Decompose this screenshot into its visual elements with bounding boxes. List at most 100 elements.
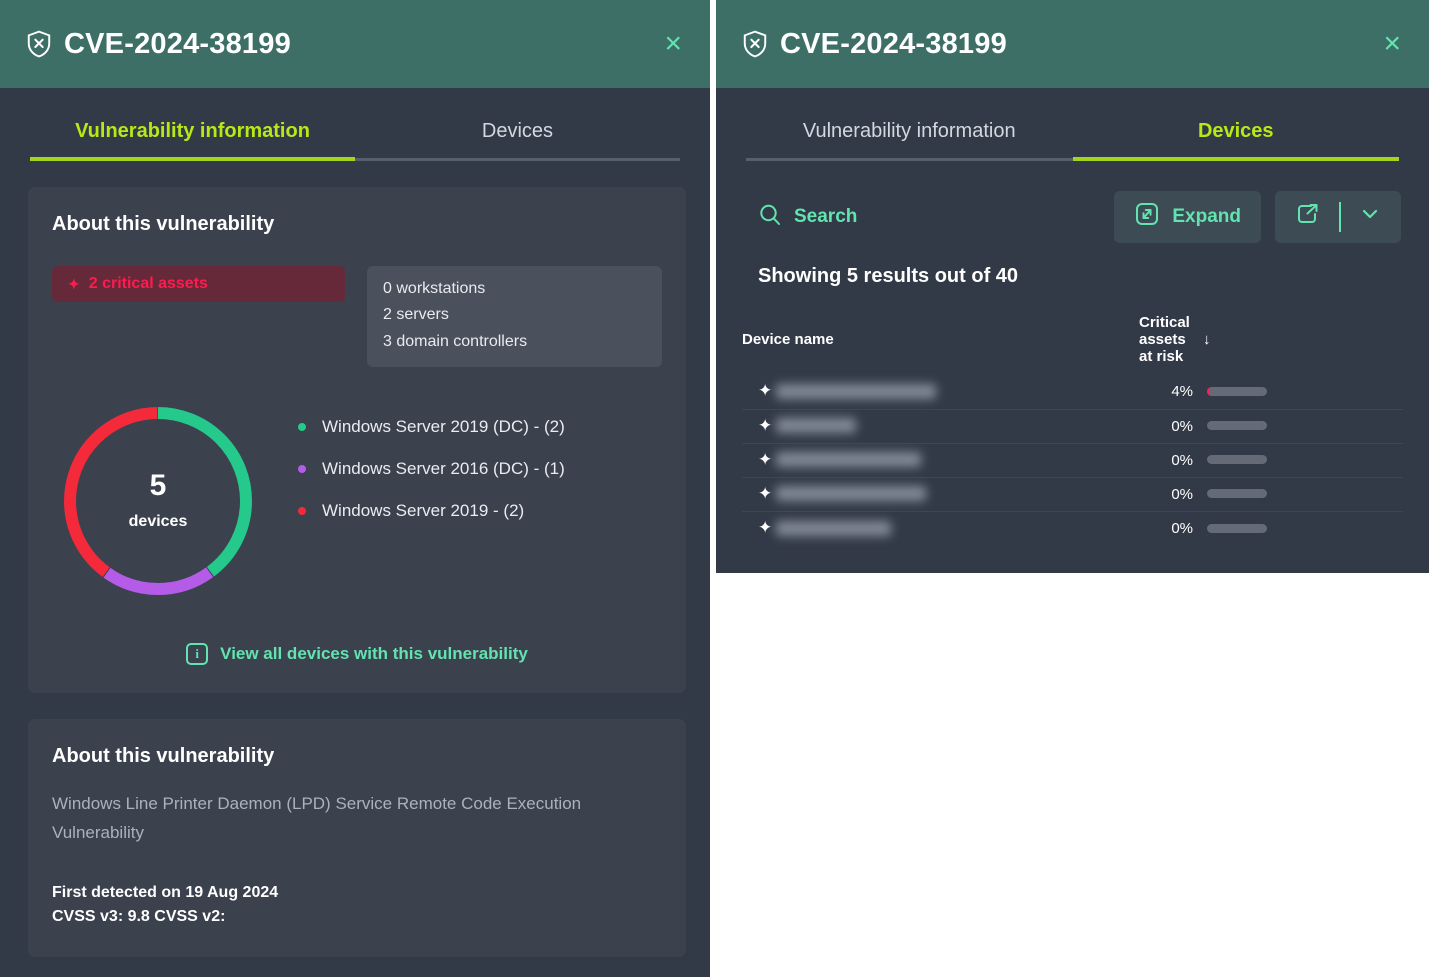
about-this-vulnerability-card: About this vulnerability ✦ 2 critical as…: [28, 187, 686, 694]
progress-track: [1207, 421, 1267, 431]
device-name-cell: [776, 442, 1139, 477]
diamond-icon: ✦: [742, 510, 776, 545]
tab-bar-left: Vulnerability information Devices: [0, 120, 710, 161]
page-title: CVE-2024-38199: [64, 27, 291, 60]
count-servers: 2 servers: [383, 306, 449, 324]
table-row[interactable]: ✦ 4%: [742, 375, 1403, 409]
devices-table-head: Device name Critical assets at risk ↓: [742, 314, 1403, 375]
search-icon: [758, 203, 782, 232]
device-name-cell: [776, 408, 1139, 443]
table-header-row: Device name Critical assets at risk ↓: [742, 314, 1403, 375]
diamond-icon: ✦: [742, 442, 776, 477]
shield-x-icon: [742, 30, 768, 58]
device-name-cell: [776, 476, 1139, 511]
panel-header-right: CVE-2024-38199 ×: [716, 0, 1429, 88]
summary-stats-row: ✦ 2 critical assets 0 workstations 2 ser…: [52, 266, 662, 368]
tab-vulnerability-information[interactable]: Vulnerability information: [30, 120, 355, 161]
donut-device-count: 5: [149, 469, 167, 503]
arrow-down-icon[interactable]: ↓: [1203, 314, 1403, 375]
expand-label: Expand: [1172, 206, 1241, 227]
table-row[interactable]: ✦ 0%: [742, 442, 1403, 477]
view-all-devices-label: View all devices with this vulnerability: [220, 644, 528, 664]
table-row[interactable]: ✦ 0%: [742, 510, 1403, 545]
critical-assets-label: 2 critical assets: [88, 275, 208, 292]
os-breakdown-chart: 5 devices Windows Server 2019 (DC) - (2)…: [52, 401, 662, 601]
critical-assets-bar: [1203, 442, 1403, 477]
legend-label: Windows Server 2019 (DC) - (2): [322, 417, 565, 437]
critical-assets-badge[interactable]: ✦ 2 critical assets: [52, 266, 346, 302]
export-icon[interactable]: [1295, 201, 1321, 233]
screenshot-root: CVE-2024-38199 × Vulnerability informati…: [0, 0, 1429, 977]
redacted-device-name: [776, 520, 891, 536]
device-name-cell: [776, 375, 1139, 409]
search-button[interactable]: Search: [758, 203, 857, 232]
tab-devices[interactable]: Devices: [355, 120, 680, 161]
devices-toolbar: Search Expand: [716, 191, 1429, 243]
progress-track: [1207, 387, 1267, 397]
redacted-device-name: [776, 452, 921, 468]
button-divider: [1339, 202, 1341, 232]
diamond-icon: ✦: [742, 476, 776, 511]
progress-fill: [1207, 387, 1210, 397]
about-card-heading: About this vulnerability: [52, 213, 275, 235]
redacted-device-name: [776, 486, 926, 502]
donut-devices-text: devices: [128, 513, 188, 531]
donut-center-label: 5 devices: [58, 401, 258, 601]
legend-item: Windows Server 2016 (DC) - (1): [298, 459, 565, 479]
critical-assets-percent: 0%: [1139, 510, 1203, 545]
count-domain-controllers: 3 domain controllers: [383, 332, 528, 350]
page-title: CVE-2024-38199: [780, 27, 1007, 60]
column-header-critical-assets-at-risk[interactable]: Critical assets at risk: [1139, 314, 1203, 375]
tab-vulnerability-information[interactable]: Vulnerability information: [746, 120, 1073, 161]
tab-bar-right: Vulnerability information Devices: [716, 120, 1429, 161]
critical-assets-percent: 0%: [1139, 442, 1203, 477]
legend-label: Windows Server 2016 (DC) - (1): [322, 459, 565, 479]
view-all-devices-link[interactable]: i View all devices with this vulnerabili…: [52, 643, 662, 666]
chart-legend: Windows Server 2019 (DC) - (2) Windows S…: [298, 417, 565, 543]
devices-table: Device name Critical assets at risk ↓ ✦ 4…: [742, 314, 1403, 545]
critical-assets-percent: 4%: [1171, 383, 1193, 401]
chevron-down-icon[interactable]: [1359, 203, 1381, 231]
critical-assets-percent: 0%: [1139, 408, 1203, 443]
diamond-icon: ✦: [758, 381, 773, 401]
vulnerability-details-card: About this vulnerability Windows Line Pr…: [28, 719, 686, 958]
results-count-text: Showing 5 results out of 40: [758, 265, 1019, 287]
table-row[interactable]: ✦ 0%: [742, 408, 1403, 443]
expand-arrow-icon: [1134, 201, 1160, 233]
legend-item: Windows Server 2019 (DC) - (2): [298, 417, 565, 437]
search-label: Search: [794, 206, 858, 227]
column-header-device-name[interactable]: Device name: [742, 314, 1139, 375]
device-type-counts: 0 workstations 2 servers 3 domain contro…: [367, 266, 662, 368]
panel-header-left: CVE-2024-38199 ×: [0, 0, 710, 88]
count-workstations: 0 workstations: [383, 280, 486, 297]
devices-table-body: ✦ 4% ✦ 0% ✦ 0% ✦ 0% ✦ 0%: [742, 375, 1403, 545]
devices-panel: CVE-2024-38199 × Vulnerability informati…: [716, 0, 1429, 573]
diamond-icon: ✦: [742, 408, 776, 443]
details-card-heading: About this vulnerability: [52, 745, 275, 768]
legend-label: Windows Server 2019 - (2): [322, 501, 525, 521]
progress-track: [1207, 455, 1267, 465]
legend-item: Windows Server 2019 - (2): [298, 501, 565, 521]
progress-track: [1207, 523, 1267, 533]
legend-color-dot: [298, 423, 306, 432]
expand-button[interactable]: Expand: [1114, 191, 1261, 243]
legend-color-dot: [298, 465, 306, 474]
critical-assets-bar: [1203, 510, 1403, 545]
legend-color-dot: [298, 507, 306, 516]
critical-assets-bar: [1203, 408, 1403, 443]
close-icon[interactable]: ×: [1377, 25, 1407, 63]
critical-assets-percent: 0%: [1139, 476, 1203, 511]
vulnerability-information-panel: CVE-2024-38199 × Vulnerability informati…: [0, 0, 710, 977]
close-icon[interactable]: ×: [658, 25, 688, 63]
vulnerability-description: Windows Line Printer Daemon (LPD) Servic…: [52, 794, 582, 842]
info-icon: i: [186, 643, 209, 666]
cvss-scores-text: CVSS v3: 9.8 CVSS v2:: [52, 908, 226, 926]
critical-assets-bar: [1203, 476, 1403, 511]
tab-devices[interactable]: Devices: [1072, 120, 1399, 161]
donut-chart: 5 devices: [58, 401, 258, 601]
device-name-cell: [776, 510, 1139, 545]
diamond-icon: ✦: [68, 276, 80, 292]
table-row[interactable]: ✦ 0%: [742, 476, 1403, 511]
export-split-button[interactable]: [1275, 191, 1401, 243]
progress-track: [1207, 489, 1267, 499]
